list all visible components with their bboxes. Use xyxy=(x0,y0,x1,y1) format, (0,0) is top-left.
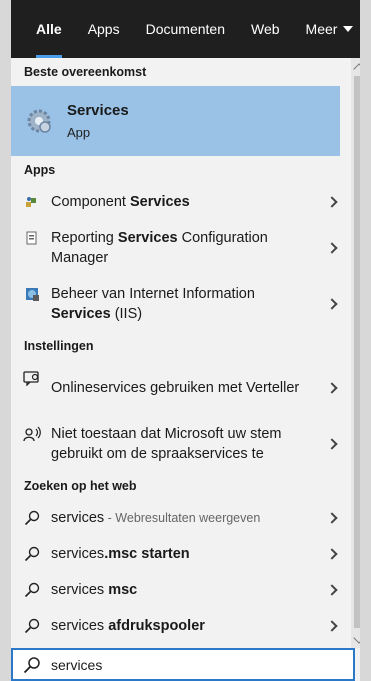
chevron-right-icon[interactable] xyxy=(326,196,338,208)
section-header-apps: Apps xyxy=(24,163,56,177)
reporting-services-icon xyxy=(23,229,41,247)
chevron-down-icon xyxy=(343,26,354,32)
result-label-match: Services xyxy=(130,194,190,210)
search-input[interactable] xyxy=(51,656,331,673)
filter-tabs: Alle Apps Documenten Web Meer xyxy=(11,0,360,58)
section-header-web: Zoeken op het web xyxy=(24,479,137,493)
result-label-text: Component xyxy=(51,194,130,210)
result-label: services msc xyxy=(51,580,137,600)
result-label: services - Webresultaten weergeven xyxy=(51,508,260,528)
speech-icon xyxy=(23,425,41,443)
tab-web[interactable]: Web xyxy=(238,0,293,58)
section-header-settings: Instellingen xyxy=(24,339,94,353)
search-icon xyxy=(23,617,41,635)
result-label-text: Reporting xyxy=(51,230,118,246)
chevron-right-icon[interactable] xyxy=(326,242,338,254)
scroll-thumb[interactable] xyxy=(354,76,360,628)
scroll-up-icon[interactable] xyxy=(353,63,360,75)
chevron-right-icon[interactable] xyxy=(326,438,338,450)
result-label-text: services xyxy=(51,510,105,526)
result-label: Niet toestaan dat Microsoft uw stem gebr… xyxy=(51,426,282,462)
result-label-text: services xyxy=(51,618,109,634)
search-icon xyxy=(23,509,41,527)
result-label-match: .msc starten xyxy=(104,546,190,562)
tab-meer[interactable]: Meer xyxy=(293,0,360,58)
tab-label: Alle xyxy=(36,21,62,37)
result-speech-services[interactable]: Niet toestaan dat Microsoft uw stem gebr… xyxy=(11,416,340,472)
component-services-icon xyxy=(23,193,41,211)
result-label-match: Services xyxy=(51,306,111,322)
tab-label: Apps xyxy=(87,21,120,37)
result-reporting-services[interactable]: Reporting Services Configuration Manager xyxy=(11,220,340,276)
iis-icon xyxy=(23,285,41,303)
result-label: services.msc starten xyxy=(51,544,190,564)
result-label: Component Services xyxy=(51,192,190,212)
result-narrator-online-services[interactable]: Onlineservices gebruiken met Verteller xyxy=(11,360,340,416)
best-match-title: Services xyxy=(67,102,129,119)
tab-label: Web xyxy=(251,21,280,37)
best-match-text: Services App xyxy=(67,102,129,140)
result-iis-manager[interactable]: Beheer van Internet Information Services… xyxy=(11,276,340,332)
search-box[interactable] xyxy=(11,648,355,681)
tab-documenten[interactable]: Documenten xyxy=(133,0,238,58)
result-label-match: afdrukspooler xyxy=(108,618,205,634)
result-label: Reporting Services Configuration Manager xyxy=(51,228,312,268)
best-match-subtitle: App xyxy=(67,125,91,140)
result-label: Onlineservices gebruiken met Verteller xyxy=(51,380,300,396)
search-icon xyxy=(23,545,41,563)
chevron-right-icon[interactable] xyxy=(326,382,338,394)
gear-services-icon xyxy=(27,109,51,133)
result-web-services[interactable]: services - Webresultaten weergeven xyxy=(11,500,340,536)
search-icon xyxy=(23,581,41,599)
result-label-text: services xyxy=(51,582,109,598)
scroll-down-icon[interactable] xyxy=(353,632,360,644)
result-component-services[interactable]: Component Services xyxy=(11,184,340,220)
result-web-services-msc[interactable]: services msc xyxy=(11,572,340,608)
result-label-text: (IIS) xyxy=(110,306,143,322)
result-label-text: Beheer van Internet Information xyxy=(51,286,255,302)
narrator-icon xyxy=(23,369,41,387)
result-label-match: msc xyxy=(108,582,138,598)
result-label: services afdrukspooler xyxy=(51,616,205,636)
tab-apps[interactable]: Apps xyxy=(75,0,133,58)
section-header-best-match: Beste overeenkomst xyxy=(24,65,147,79)
chevron-right-icon[interactable] xyxy=(326,512,338,524)
tab-label: Meer xyxy=(305,21,338,37)
result-web-services-afdrukspooler[interactable]: services afdrukspooler xyxy=(11,608,340,644)
chevron-right-icon[interactable] xyxy=(326,584,338,596)
start-search-panel: Alle Apps Documenten Web Meer Beste over… xyxy=(11,0,360,681)
chevron-right-icon[interactable] xyxy=(326,620,338,632)
chevron-right-icon[interactable] xyxy=(326,548,338,560)
tab-alle[interactable]: Alle xyxy=(23,0,75,58)
result-label-match: Services xyxy=(117,230,178,246)
result-hint: - Webresultaten weergeven xyxy=(104,511,261,525)
result-label: Beheer van Internet Information Services… xyxy=(51,284,312,324)
scrollbar[interactable] xyxy=(351,58,360,648)
search-icon xyxy=(23,656,40,673)
best-match-item[interactable]: Services App xyxy=(11,86,340,156)
result-label-text: services xyxy=(51,546,105,562)
chevron-right-icon[interactable] xyxy=(326,298,338,310)
results-list: Beste overeenkomst Services App Apps Com… xyxy=(11,58,340,648)
tab-label: Documenten xyxy=(145,21,225,37)
result-web-services-msc-starten[interactable]: services.msc starten xyxy=(11,536,340,572)
